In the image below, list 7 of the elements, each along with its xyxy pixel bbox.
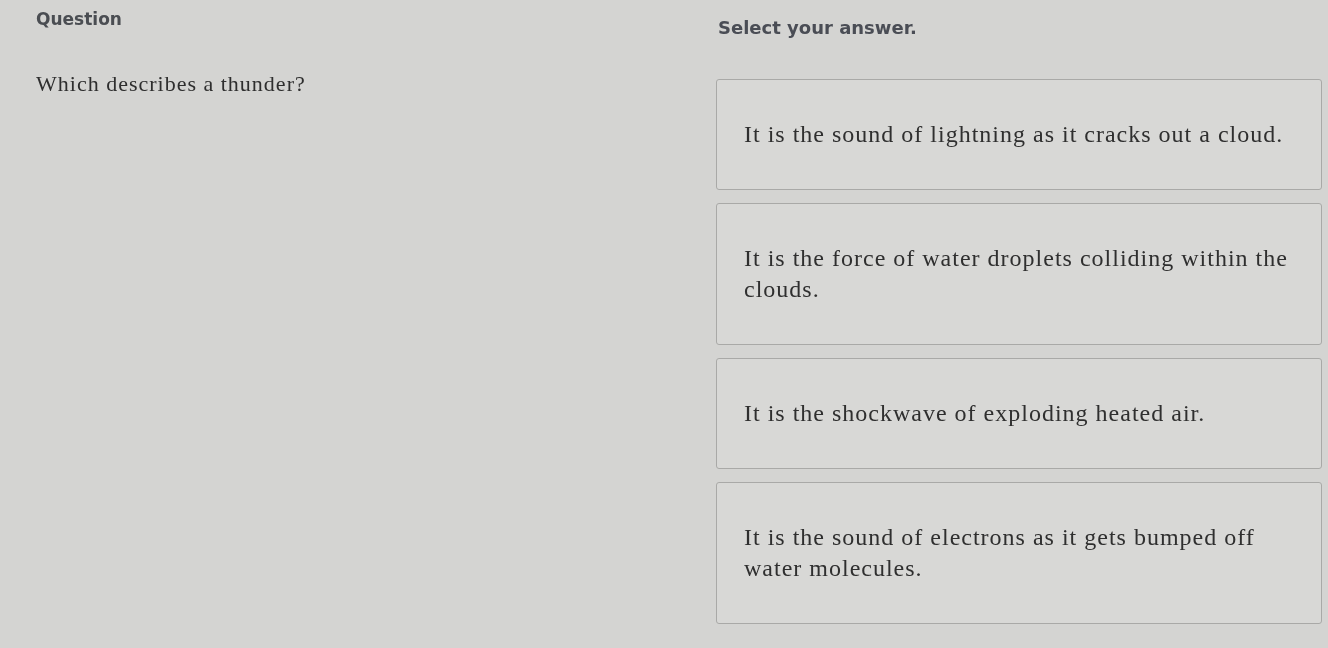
answer-option[interactable]: It is the sound of lightning as it cracks out a cloud. xyxy=(716,79,1322,190)
answer-option[interactable]: It is the sound of electrons as it gets bumped off water molecules. xyxy=(716,482,1322,624)
instruction-text: Select your answer. xyxy=(717,16,917,40)
answer-option[interactable]: It is the force of water droplets colliding within the clouds. xyxy=(716,203,1322,345)
question-text: Which describes a thunder? xyxy=(36,69,306,98)
answer-option[interactable]: It is the shockwave of exploding heated air. xyxy=(716,358,1322,469)
question-heading: Question xyxy=(36,8,122,31)
